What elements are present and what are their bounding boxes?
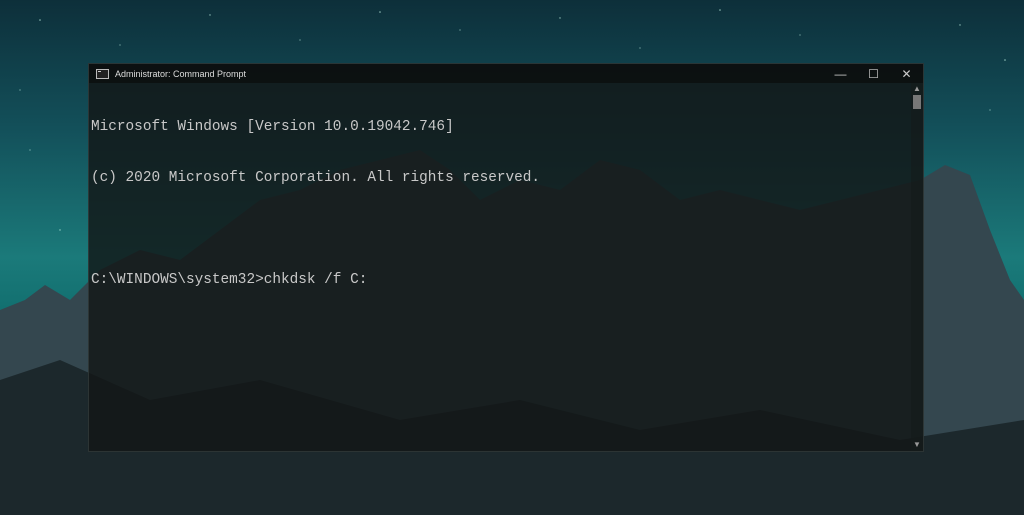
scrollbar-thumb[interactable] xyxy=(913,95,921,109)
console-line: Microsoft Windows [Version 10.0.19042.74… xyxy=(91,119,454,135)
maximize-button[interactable]: ☐ xyxy=(857,64,890,83)
title-bar[interactable]: Administrator: Command Prompt — ☐ ✕ xyxy=(89,64,923,83)
cmd-app-icon xyxy=(96,68,109,79)
scroll-up-arrow-icon[interactable]: ▲ xyxy=(911,83,923,95)
scroll-down-arrow-icon[interactable]: ▼ xyxy=(911,439,923,451)
minimize-button[interactable]: — xyxy=(824,64,857,83)
window-title: Administrator: Command Prompt xyxy=(115,68,247,79)
console-line: (c) 2020 Microsoft Corporation. All righ… xyxy=(91,170,541,186)
close-button[interactable]: ✕ xyxy=(890,64,923,83)
command-prompt-window: Administrator: Command Prompt — ☐ ✕ Micr… xyxy=(88,63,924,452)
console-output[interactable]: Microsoft Windows [Version 10.0.19042.74… xyxy=(91,85,909,451)
vertical-scrollbar[interactable]: ▲ ▼ xyxy=(911,83,923,451)
console-prompt-line: C:\WINDOWS\system32>chkdsk /f C: xyxy=(91,272,368,288)
